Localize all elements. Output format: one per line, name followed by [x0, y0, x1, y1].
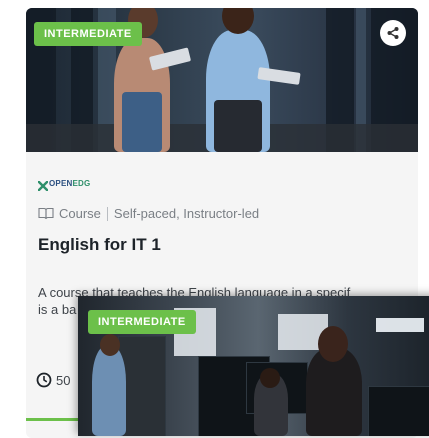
- share-button[interactable]: [380, 20, 406, 46]
- level-badge-2: INTERMEDIATE: [88, 310, 196, 334]
- openedg-logo-icon: [37, 178, 49, 192]
- duration-value: 50: [56, 372, 71, 388]
- course-delivery: Self-paced, Instructor-led: [113, 206, 260, 221]
- level-badge: INTERMEDIATE: [34, 22, 142, 46]
- course-hero-image: INTERMEDIATE: [26, 8, 418, 152]
- book-icon: [38, 207, 54, 220]
- card-accent-bar: [26, 418, 86, 421]
- course-type: Course: [59, 206, 101, 221]
- meta-divider: [106, 206, 108, 221]
- provider-name-part2: EDG: [72, 178, 91, 188]
- course-meta: Course Self-paced, Instructor-led: [38, 206, 259, 221]
- clock-icon: [36, 372, 52, 388]
- course-duration: 50: [36, 372, 70, 388]
- course-description-line3: is a ba: [38, 302, 77, 317]
- provider-name-part1: OPEN: [49, 178, 73, 188]
- course-title[interactable]: English for IT 1: [38, 235, 161, 255]
- course-card-2[interactable]: INTERMEDIATE: [78, 296, 429, 436]
- share-icon: [387, 27, 399, 39]
- provider-logo: OPENEDG: [37, 178, 91, 192]
